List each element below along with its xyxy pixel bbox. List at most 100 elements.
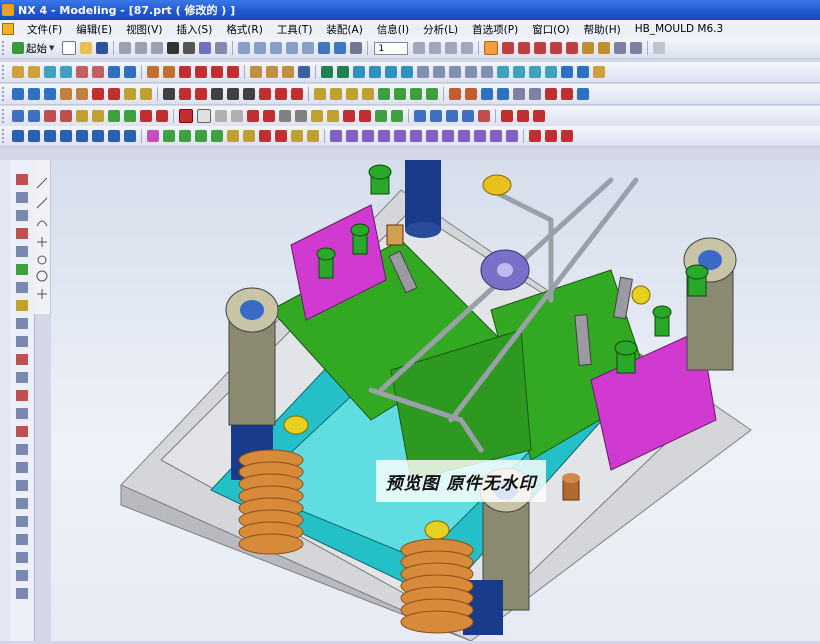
hb-sprue-bushing-icon[interactable]: [478, 110, 490, 122]
graphics-viewport[interactable]: 预览图 原件无水印: [51, 160, 820, 641]
helix-icon[interactable]: [275, 88, 287, 100]
quadrant-icon[interactable]: [582, 42, 595, 54]
work-layer-select[interactable]: 1: [374, 41, 409, 55]
hb-tool-l-icon[interactable]: [506, 130, 518, 142]
block-icon[interactable]: [44, 66, 56, 78]
toolbar-grip[interactable]: [2, 65, 7, 79]
sphere-icon[interactable]: [353, 66, 365, 78]
o-ring-icon[interactable]: [307, 130, 319, 142]
lifter-icon[interactable]: [227, 130, 239, 142]
layer-settings-icon[interactable]: [413, 42, 426, 54]
hb-screw-icon[interactable]: [414, 110, 426, 122]
csys-icon[interactable]: [44, 110, 56, 122]
cooling-icon[interactable]: [279, 110, 291, 122]
hb-tool-d-icon[interactable]: [378, 130, 390, 142]
toolbar-grip[interactable]: [2, 129, 7, 143]
hb-spring-icon[interactable]: [446, 110, 458, 122]
midpoint-icon[interactable]: [518, 42, 531, 54]
drawing-icon[interactable]: [391, 110, 403, 122]
hb-guide-pin-icon[interactable]: [430, 110, 442, 122]
intersect-curve-icon[interactable]: [330, 88, 342, 100]
perspective-icon[interactable]: [302, 42, 315, 54]
offset-surface-icon[interactable]: [124, 88, 136, 100]
arc-center-icon[interactable]: [566, 42, 579, 54]
extract-curve-icon[interactable]: [378, 88, 390, 100]
hb-tool-k-icon[interactable]: [490, 130, 502, 142]
menu-preferences[interactable]: 首选项(P): [465, 22, 525, 37]
project-init-icon[interactable]: [28, 110, 40, 122]
ejector-pin-icon[interactable]: [295, 110, 307, 122]
toolbar-grip[interactable]: [2, 41, 7, 55]
mold-wizard-icon[interactable]: [12, 110, 24, 122]
edit-object-icon[interactable]: [199, 42, 212, 54]
move-to-layer-icon[interactable]: [461, 42, 474, 54]
datum-axis-icon[interactable]: [337, 66, 349, 78]
b-plate-icon[interactable]: [44, 130, 56, 142]
hb-tool-a-icon[interactable]: [330, 130, 342, 142]
point-on-curve-icon[interactable]: [614, 42, 627, 54]
new-file-icon[interactable]: [62, 41, 77, 55]
surface-icon[interactable]: [12, 88, 24, 100]
spline-icon[interactable]: [259, 88, 271, 100]
project-curve-icon[interactable]: [314, 88, 326, 100]
bill-of-materials-icon[interactable]: [375, 110, 387, 122]
cylinder-icon[interactable]: [60, 66, 72, 78]
shell-icon[interactable]: [282, 66, 294, 78]
point-icon[interactable]: [227, 88, 239, 100]
gib-icon[interactable]: [259, 130, 271, 142]
selection-icon[interactable]: [215, 42, 228, 54]
cut-icon[interactable]: [119, 42, 132, 54]
n-sided-icon[interactable]: [140, 88, 152, 100]
gate-icon[interactable]: [247, 110, 259, 122]
datum-plane-icon[interactable]: [321, 66, 333, 78]
copy-icon[interactable]: [135, 42, 148, 54]
hb-check-icon[interactable]: [533, 110, 545, 122]
subtract-icon[interactable]: [124, 66, 136, 78]
extrude-icon[interactable]: [12, 66, 24, 78]
draft-icon[interactable]: [227, 66, 239, 78]
runner-icon[interactable]: [263, 110, 275, 122]
menu-window[interactable]: 窗口(O): [525, 22, 576, 37]
edge-blend-icon[interactable]: [147, 66, 159, 78]
swept-icon[interactable]: [60, 88, 72, 100]
rotate-view-icon[interactable]: [270, 42, 283, 54]
groove-icon[interactable]: [401, 66, 413, 78]
ruled-icon[interactable]: [44, 88, 56, 100]
thread-icon[interactable]: [417, 66, 429, 78]
hb-tool-h-icon[interactable]: [442, 130, 454, 142]
paste-icon[interactable]: [151, 42, 164, 54]
constraint-icon[interactable]: [465, 88, 477, 100]
hb-tool-i-icon[interactable]: [458, 130, 470, 142]
cone-icon[interactable]: [369, 66, 381, 78]
pad-icon[interactable]: [465, 66, 477, 78]
sub-insert-icon[interactable]: [327, 110, 339, 122]
a-plate-icon[interactable]: [28, 130, 40, 142]
layer-category-icon[interactable]: [445, 42, 458, 54]
hb-tool-m-icon[interactable]: [529, 130, 541, 142]
hb-tool-c-icon[interactable]: [362, 130, 374, 142]
system-menu-icon[interactable]: [2, 23, 14, 35]
hole-icon[interactable]: [76, 66, 88, 78]
clamp-plate-icon[interactable]: [108, 130, 120, 142]
snap-toolbar-icons[interactable]: [34, 160, 50, 314]
layer-visible-icon[interactable]: [429, 42, 442, 54]
pocket-icon[interactable]: [449, 66, 461, 78]
text-icon[interactable]: [211, 88, 223, 100]
measure-angle-icon[interactable]: [497, 88, 509, 100]
menu-analysis[interactable]: 分析(L): [416, 22, 465, 37]
offset-face-icon[interactable]: [211, 66, 223, 78]
close-check-icon[interactable]: [561, 88, 573, 100]
diamond-tool-icon[interactable]: [163, 130, 175, 142]
polygon-icon[interactable]: [243, 88, 255, 100]
point-on-face-icon[interactable]: [630, 42, 643, 54]
menu-format[interactable]: 格式(R): [219, 22, 270, 37]
stop-icon[interactable]: [179, 109, 193, 123]
circle-icon[interactable]: [195, 88, 207, 100]
trim-body-icon[interactable]: [179, 66, 191, 78]
hb-edit-icon[interactable]: [517, 110, 529, 122]
hb-tool-n-icon[interactable]: [545, 130, 557, 142]
menu-assemblies[interactable]: 装配(A): [319, 22, 369, 37]
ejector-plate-icon[interactable]: [92, 130, 104, 142]
angle-pin-icon[interactable]: [179, 130, 191, 142]
properties-icon[interactable]: [513, 88, 525, 100]
